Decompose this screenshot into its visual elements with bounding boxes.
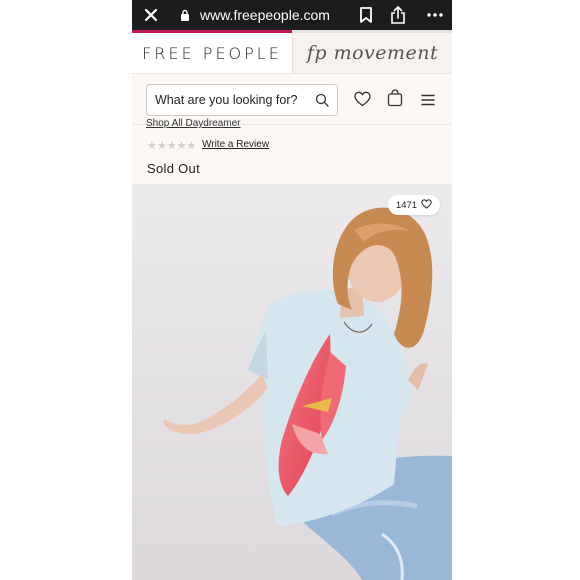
more-icon[interactable] (424, 0, 446, 30)
close-icon[interactable] (140, 0, 162, 30)
rating-stars: ★★★★★ (147, 140, 197, 152)
free-people-logo: FREE PEOPLE (142, 43, 282, 63)
free-people-logo-tab[interactable]: FREE PEOPLE (132, 33, 292, 73)
breadcrumb-link[interactable]: Shop All Daydreamer (146, 118, 241, 129)
bag-icon[interactable] (387, 89, 403, 112)
write-review-link[interactable]: Write a Review (202, 139, 269, 150)
like-count-button[interactable]: 1471 (388, 195, 440, 215)
model-photo (132, 184, 452, 580)
bookmark-icon[interactable] (356, 0, 376, 30)
heart-icon (421, 198, 432, 212)
product-image[interactable] (132, 184, 452, 580)
search-box[interactable] (146, 84, 338, 116)
share-icon[interactable] (388, 0, 408, 30)
fp-movement-logo-tab[interactable]: fp movement (292, 33, 452, 73)
like-count: 1471 (395, 199, 418, 211)
url-text[interactable]: www.freepeople.com (200, 7, 330, 23)
heart-icon[interactable] (354, 91, 371, 112)
stock-status: Sold Out (147, 161, 200, 176)
fp-movement-logo: fp movement (306, 42, 439, 64)
search-icon[interactable] (315, 93, 329, 112)
search-input[interactable] (155, 85, 305, 115)
phone-screen: www.freepeople.com FREE PEOPLE fp moveme… (132, 0, 452, 580)
lock-icon (178, 0, 192, 30)
menu-icon[interactable] (421, 93, 435, 111)
browser-toolbar: www.freepeople.com (132, 0, 452, 30)
